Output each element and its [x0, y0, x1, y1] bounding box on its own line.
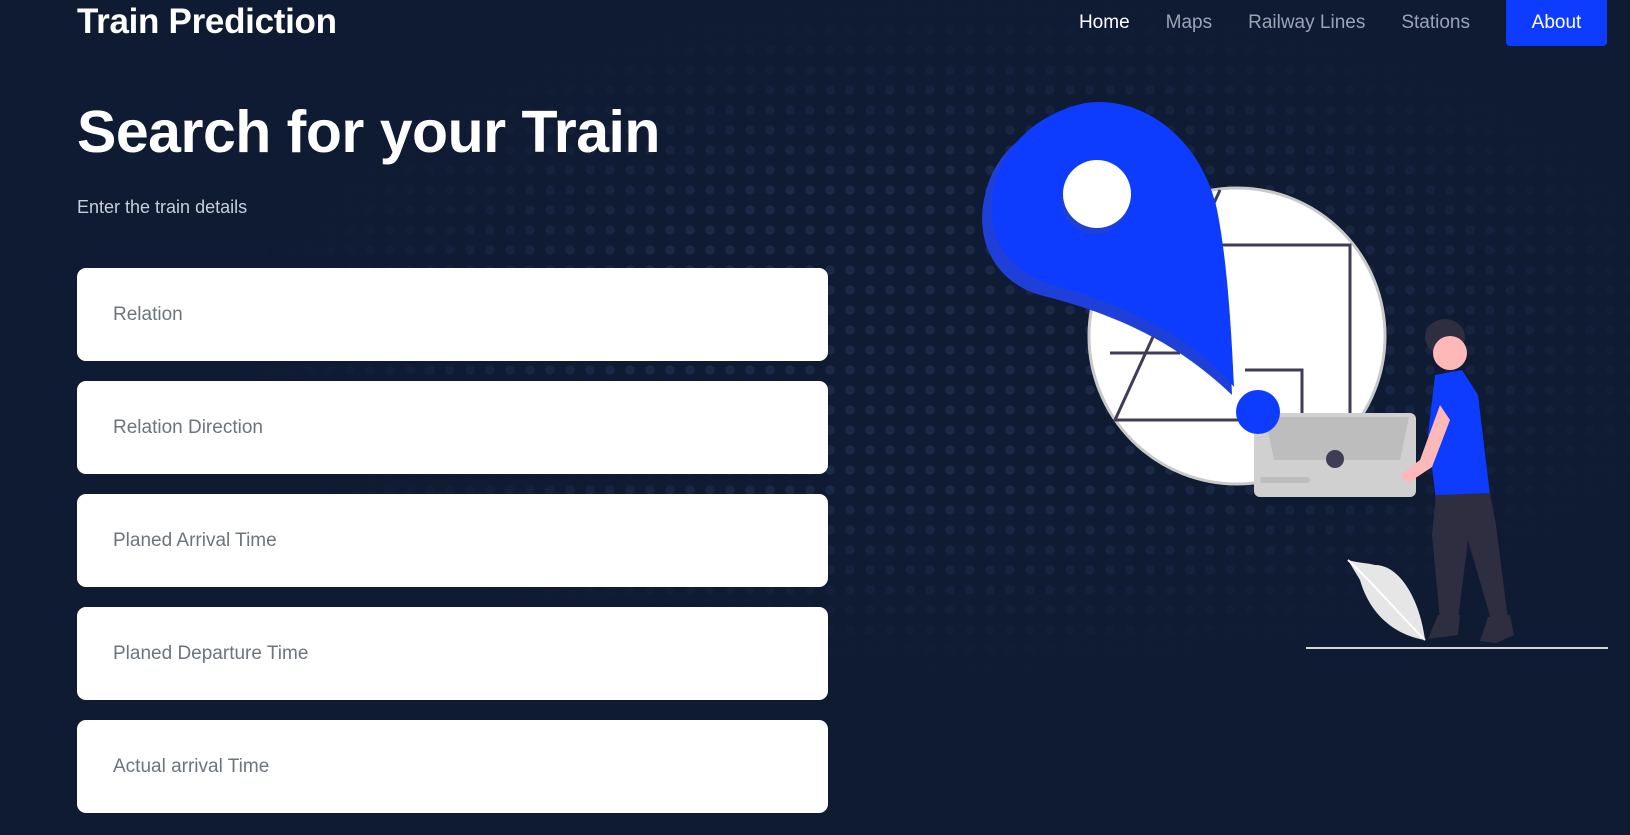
nav-railway-lines[interactable]: Railway Lines — [1248, 12, 1365, 34]
brand-title: Train Prediction — [77, 2, 337, 41]
about-button[interactable]: About — [1506, 0, 1607, 46]
planned-departure-time-input[interactable] — [77, 607, 828, 700]
map-pin-person-illustration — [982, 101, 1608, 649]
relation-input[interactable] — [77, 268, 828, 361]
page-subtitle: Enter the train details — [77, 197, 248, 217]
nav-stations[interactable]: Stations — [1401, 12, 1470, 34]
nav-maps[interactable]: Maps — [1166, 12, 1212, 34]
nav-home[interactable]: Home — [1079, 12, 1130, 34]
main-nav: Home Maps Railway Lines Stations About — [1079, 0, 1630, 46]
page-title: Search for your Train — [77, 99, 660, 165]
actual-arrival-time-input[interactable] — [77, 720, 828, 813]
relation-direction-input[interactable] — [77, 381, 828, 474]
train-search-form — [77, 268, 828, 833]
planned-arrival-time-input[interactable] — [77, 494, 828, 587]
